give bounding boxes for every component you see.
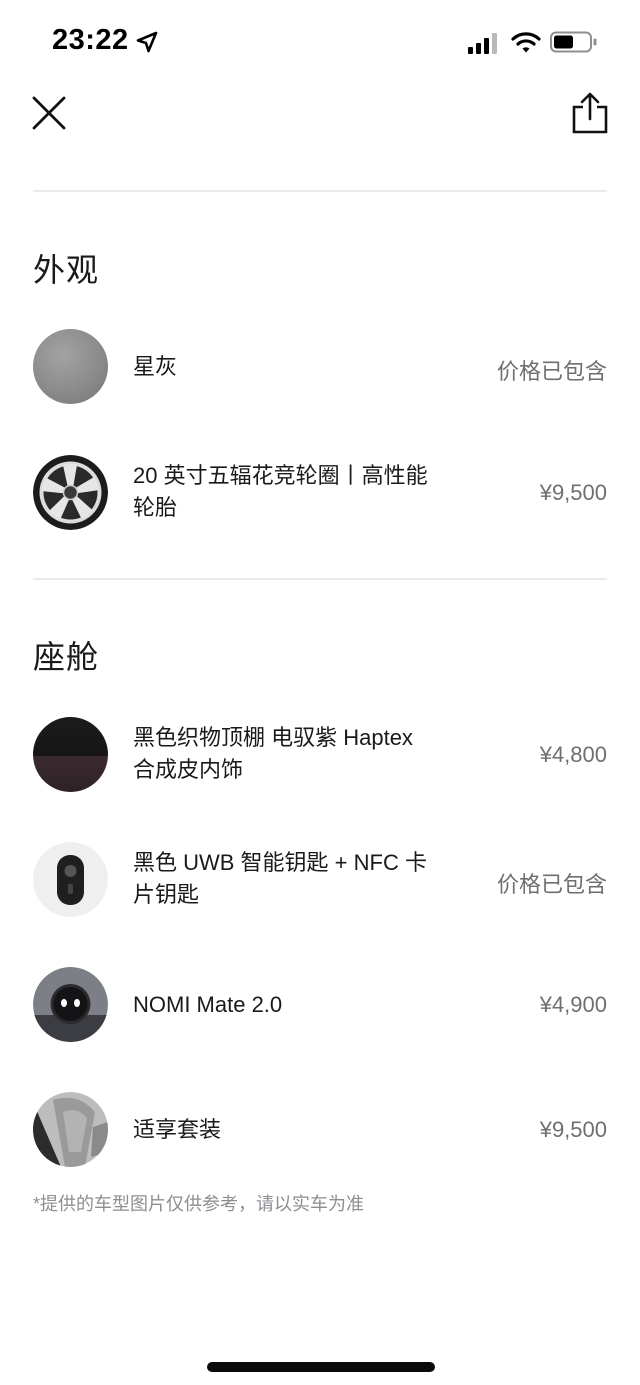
cellular-signal-icon (468, 33, 497, 54)
nomi-mate-icon (33, 967, 108, 1042)
interior-trim-swatch-icon (33, 717, 108, 792)
item-price: ¥9,500 (539, 1117, 607, 1142)
item-price: ¥9,500 (539, 480, 607, 505)
item-name: NOMI Mate 2.0 (133, 992, 283, 1017)
section-title-exterior: 外观 (33, 252, 100, 288)
home-indicator[interactable] (207, 1362, 435, 1372)
divider (33, 190, 607, 192)
list-item-interior[interactable]: 黑色织物顶棚 电驭紫 Haptex合成皮内饰 ¥4,800 (0, 714, 640, 794)
item-price: ¥4,900 (539, 992, 607, 1017)
item-price: 价格已包含 (496, 872, 607, 897)
item-name: 20 英寸五辐花竞轮圈丨高性能轮胎 (133, 463, 428, 520)
item-name: 星灰 (133, 354, 178, 379)
list-item-paint[interactable]: 星灰 价格已包含 (0, 326, 640, 406)
smart-key-icon (33, 842, 108, 917)
battery-icon (550, 31, 597, 53)
list-item-nomi-mate[interactable]: NOMI Mate 2.0 ¥4,900 (0, 964, 640, 1044)
status-bar: 23:22 (0, 0, 640, 84)
item-price: 价格已包含 (496, 359, 607, 384)
top-nav-bar (0, 84, 640, 192)
close-icon[interactable] (30, 94, 68, 132)
star-gray-paint-swatch-icon (33, 329, 108, 404)
share-icon[interactable] (570, 92, 610, 134)
list-item-smart-key[interactable]: 黑色 UWB 智能钥匙 + NFC 卡片钥匙 价格已包含 (0, 839, 640, 919)
divider (33, 578, 607, 580)
status-time: 23:22 (52, 24, 129, 56)
list-item-comfort-package[interactable]: 适享套装 ¥9,500 (0, 1089, 640, 1169)
item-name: 黑色 UWB 智能钥匙 + NFC 卡片钥匙 (133, 850, 427, 907)
wheel-rim-icon (33, 455, 108, 530)
disclaimer-text: *提供的车型图片仅供参考，请以实车为准 (33, 1194, 365, 1214)
item-name: 适享套装 (133, 1117, 222, 1142)
section-title-cabin: 座舱 (33, 639, 100, 675)
wifi-icon (511, 32, 541, 53)
location-arrow-icon (136, 31, 158, 53)
comfort-package-icon (33, 1092, 108, 1167)
item-price: ¥4,800 (539, 742, 607, 767)
list-item-wheels[interactable]: 20 英寸五辐花竞轮圈丨高性能轮胎 ¥9,500 (0, 452, 640, 532)
item-name: 黑色织物顶棚 电驭紫 Haptex合成皮内饰 (133, 725, 413, 782)
